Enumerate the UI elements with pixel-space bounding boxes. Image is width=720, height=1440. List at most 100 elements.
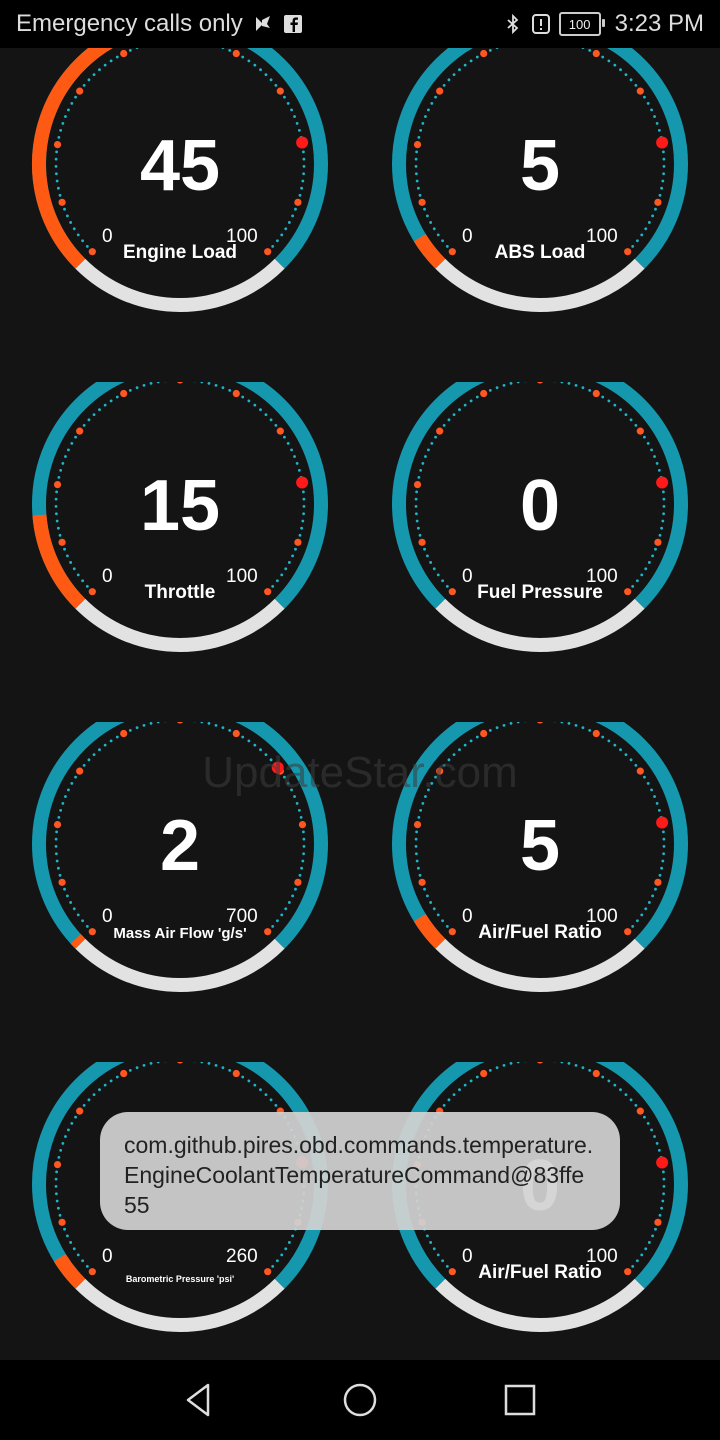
gauge-dot bbox=[646, 442, 650, 445]
gauge-5: 2 0 700 Mass Air Flow 'g/s' bbox=[30, 722, 330, 1022]
gauge-dot bbox=[452, 753, 456, 757]
gauge-dot bbox=[421, 801, 425, 805]
gauge-dot bbox=[463, 63, 467, 67]
gauge-dot bbox=[294, 547, 297, 551]
gauge-dot bbox=[574, 383, 578, 387]
gauge-1: 45 0 100 Engine Load bbox=[30, 48, 330, 342]
gauge-dot bbox=[63, 887, 66, 891]
gauge-dot bbox=[54, 1177, 58, 1181]
gauge-dot bbox=[516, 1062, 520, 1064]
gauge-max-label: 260 bbox=[226, 1246, 258, 1267]
back-icon[interactable] bbox=[180, 1380, 220, 1420]
gauge-dot bbox=[654, 207, 657, 211]
recents-icon[interactable] bbox=[500, 1380, 540, 1420]
gauge-dot bbox=[619, 408, 622, 412]
gauge-dot bbox=[502, 1063, 506, 1067]
gauge-dot bbox=[149, 722, 153, 725]
gauge-dot bbox=[228, 728, 232, 732]
gauge-dot bbox=[72, 1247, 76, 1251]
gauge-dot bbox=[475, 735, 479, 739]
gauge-dot bbox=[495, 48, 499, 50]
gauge-dot bbox=[613, 403, 617, 407]
gauge-dot bbox=[82, 1103, 86, 1107]
gauge-dot bbox=[646, 102, 650, 105]
gauge-dot bbox=[57, 1156, 61, 1159]
gauge-major-tick bbox=[120, 1069, 128, 1078]
gauge-dot bbox=[640, 913, 644, 917]
gauge-dot bbox=[63, 547, 66, 551]
gauge-dot bbox=[629, 758, 633, 762]
gauge-dot bbox=[81, 919, 85, 923]
gauge-dot bbox=[425, 214, 429, 218]
gauge-dot bbox=[58, 1213, 62, 1217]
gauge-dot bbox=[646, 1122, 650, 1125]
gauge-dot bbox=[228, 1068, 232, 1072]
gauge-dot bbox=[601, 735, 605, 739]
gauge-dot bbox=[651, 554, 655, 558]
gauge-dot bbox=[619, 68, 622, 72]
gauge-dot bbox=[291, 1234, 295, 1238]
gauge-dot bbox=[291, 894, 295, 898]
gauge-dot bbox=[624, 753, 628, 757]
home-icon[interactable] bbox=[340, 1380, 380, 1420]
gauge-dot bbox=[651, 214, 655, 218]
gauge-dot bbox=[629, 418, 633, 422]
gauge-dot bbox=[653, 795, 656, 798]
gauge-dot bbox=[82, 423, 86, 427]
gauge-dot bbox=[221, 386, 225, 390]
gauge-major-tick bbox=[480, 729, 488, 738]
gauge-dot bbox=[432, 567, 436, 571]
gauge-dot bbox=[200, 382, 204, 384]
gauge-dot bbox=[269, 758, 273, 762]
gauge-dot bbox=[269, 78, 273, 82]
gauge-dot bbox=[644, 907, 648, 911]
gauge-dot bbox=[109, 739, 113, 743]
gauge-dot bbox=[98, 408, 101, 412]
gauge-dot bbox=[613, 63, 617, 67]
gauge-major-tick bbox=[436, 767, 444, 775]
gauge-dot bbox=[613, 1083, 617, 1087]
gauge-dot bbox=[560, 382, 564, 384]
gauge-title: Air/Fuel Ratio bbox=[478, 1262, 602, 1283]
gauge-dot bbox=[516, 722, 520, 724]
gauge-dot bbox=[76, 913, 80, 917]
gauge-dot bbox=[640, 233, 644, 237]
gauge-dot bbox=[430, 442, 434, 445]
gauge-dot bbox=[221, 726, 225, 730]
gauge-dot bbox=[72, 227, 76, 231]
gauge-dot bbox=[423, 547, 426, 551]
gauge-dot bbox=[495, 386, 499, 390]
gauge-dot bbox=[644, 567, 648, 571]
gauge-dot bbox=[275, 919, 279, 923]
gauge-dot bbox=[650, 788, 653, 792]
gauge-dot bbox=[72, 567, 76, 571]
gauge-dot bbox=[488, 1068, 492, 1072]
gauge-major-tick bbox=[177, 722, 183, 724]
gauge-dot bbox=[221, 1066, 225, 1070]
gauge-dot bbox=[247, 399, 251, 403]
gauge-dot bbox=[247, 1079, 251, 1083]
gauge-dot bbox=[293, 795, 296, 798]
gauge-dot bbox=[200, 722, 204, 724]
gauge-dot bbox=[567, 722, 571, 725]
gauge-dot bbox=[629, 78, 633, 82]
gauge-dot bbox=[509, 722, 513, 725]
gauge-dot bbox=[76, 573, 80, 577]
gauge-major-tick bbox=[592, 49, 600, 58]
gauge-value: 15 bbox=[139, 466, 221, 546]
gauge-major-tick bbox=[120, 729, 128, 738]
bluetooth-icon bbox=[507, 14, 518, 34]
gauge-dot bbox=[92, 73, 96, 77]
gauge-dot bbox=[65, 214, 69, 218]
gauge-dot bbox=[619, 748, 622, 752]
gauge-dot bbox=[447, 1098, 451, 1102]
gauge-dot bbox=[647, 221, 651, 224]
gauge-dot bbox=[284, 227, 288, 231]
gauge-dot bbox=[607, 59, 611, 63]
gauge-dot bbox=[290, 448, 293, 452]
gauge-dot bbox=[70, 1122, 74, 1125]
gauge-dot bbox=[128, 1068, 132, 1072]
gauge-title: Fuel Pressure bbox=[477, 582, 603, 603]
gauge-dot bbox=[509, 382, 513, 385]
gauge-dot bbox=[241, 55, 245, 59]
